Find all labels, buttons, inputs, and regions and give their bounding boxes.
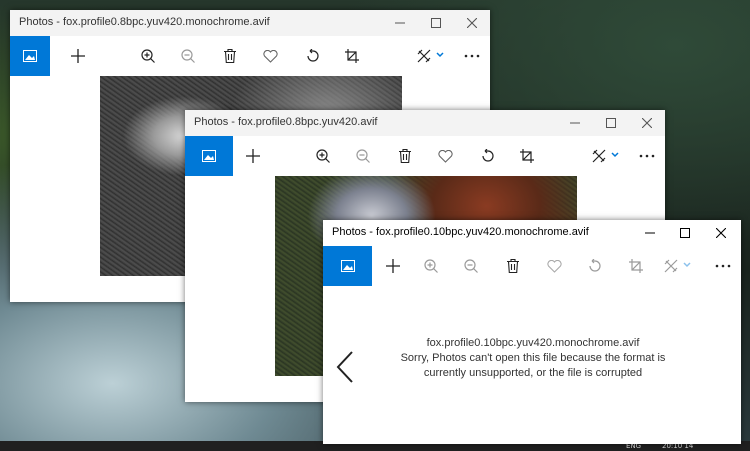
edit-icon [592, 149, 606, 163]
zoom-out-icon [181, 49, 195, 63]
edit-create-button[interactable] [404, 36, 444, 76]
error-line-2: currently unsupported, or the file is co… [423, 367, 643, 379]
collection-icon [202, 150, 216, 162]
window-title: Photos - fox.profile0.10bpc.yuv420.monoc… [332, 226, 589, 238]
favorite-icon [262, 49, 278, 63]
zoom-in-icon [316, 149, 330, 163]
add-button[interactable] [373, 246, 413, 286]
zoom-in-icon [141, 49, 155, 63]
minimize-button[interactable] [557, 110, 593, 136]
close-button[interactable] [454, 10, 490, 36]
more-icon [715, 264, 731, 268]
edit-create-button[interactable] [651, 246, 691, 286]
minimize-button[interactable] [632, 220, 668, 246]
crop-icon [629, 259, 643, 273]
edit-icon [417, 49, 431, 63]
crop-button[interactable] [507, 136, 547, 176]
rotate-icon [481, 149, 495, 163]
delete-icon [507, 259, 519, 273]
crop-icon [345, 49, 359, 63]
rotate-icon [588, 259, 602, 273]
crop-button[interactable] [616, 246, 656, 286]
zoom-out-button[interactable] [168, 36, 208, 76]
more-icon [464, 54, 480, 58]
toolbar [10, 36, 490, 76]
collection-icon [23, 50, 37, 62]
more-button[interactable] [452, 36, 490, 76]
title-bar[interactable]: Photos - fox.profile0.8bpc.yuv420.avif [185, 110, 665, 137]
toolbar [185, 136, 665, 176]
add-icon [386, 259, 400, 273]
error-line-1: Sorry, Photos can't open this file becau… [400, 352, 666, 364]
error-filename: fox.profile0.10bpc.yuv420.monochrome.avi… [426, 337, 640, 349]
maximize-button[interactable] [667, 220, 703, 246]
zoom-in-icon [424, 259, 438, 273]
add-icon [246, 149, 260, 163]
zoom-in-button[interactable] [303, 136, 343, 176]
minimize-button[interactable] [382, 10, 418, 36]
more-icon [639, 154, 655, 158]
rotate-button[interactable] [575, 246, 615, 286]
delete-button[interactable] [385, 136, 425, 176]
maximize-button[interactable] [418, 10, 454, 36]
collection-button[interactable] [323, 246, 372, 286]
favorite-icon [437, 149, 453, 163]
favorite-button[interactable] [425, 136, 465, 176]
close-button[interactable] [703, 220, 739, 246]
edit-create-button[interactable] [579, 136, 619, 176]
rotate-icon [306, 49, 320, 63]
zoom-out-icon [356, 149, 370, 163]
title-bar[interactable]: Photos - fox.profile0.10bpc.yuv420.monoc… [323, 220, 741, 247]
close-button[interactable] [629, 110, 665, 136]
chevron-left-icon [335, 351, 355, 388]
zoom-out-icon [464, 259, 478, 273]
crop-icon [520, 149, 534, 163]
chevron-down-icon [436, 52, 444, 58]
chevron-down-icon [611, 152, 619, 158]
collection-button[interactable] [185, 136, 233, 176]
zoom-in-button[interactable] [411, 246, 451, 286]
rotate-button[interactable] [293, 36, 333, 76]
collection-icon [340, 260, 355, 272]
previous-image-button[interactable] [335, 350, 355, 389]
zoom-out-button[interactable] [343, 136, 383, 176]
delete-button[interactable] [493, 246, 533, 286]
window-title: Photos - fox.profile0.8bpc.yuv420.monoch… [19, 16, 270, 28]
add-button[interactable] [233, 136, 273, 176]
more-button[interactable] [705, 246, 741, 286]
chevron-down-icon [683, 262, 691, 268]
favorite-icon [546, 259, 562, 273]
delete-icon [224, 49, 236, 63]
edit-icon [664, 259, 678, 273]
favorite-button[interactable] [534, 246, 574, 286]
collection-button[interactable] [10, 36, 50, 76]
more-button[interactable] [627, 136, 665, 176]
add-button[interactable] [58, 36, 98, 76]
rotate-button[interactable] [468, 136, 508, 176]
error-message: fox.profile0.10bpc.yuv420.monochrome.avi… [363, 336, 703, 381]
toolbar [323, 246, 741, 286]
favorite-button[interactable] [250, 36, 290, 76]
photos-window-3[interactable]: Photos - fox.profile0.10bpc.yuv420.monoc… [323, 220, 741, 444]
title-bar[interactable]: Photos - fox.profile0.8bpc.yuv420.monoch… [10, 10, 490, 37]
add-icon [71, 49, 85, 63]
delete-icon [399, 149, 411, 163]
window-title: Photos - fox.profile0.8bpc.yuv420.avif [194, 116, 378, 128]
maximize-button[interactable] [593, 110, 629, 136]
zoom-out-button[interactable] [451, 246, 491, 286]
zoom-in-button[interactable] [128, 36, 168, 76]
crop-button[interactable] [332, 36, 372, 76]
delete-button[interactable] [210, 36, 250, 76]
